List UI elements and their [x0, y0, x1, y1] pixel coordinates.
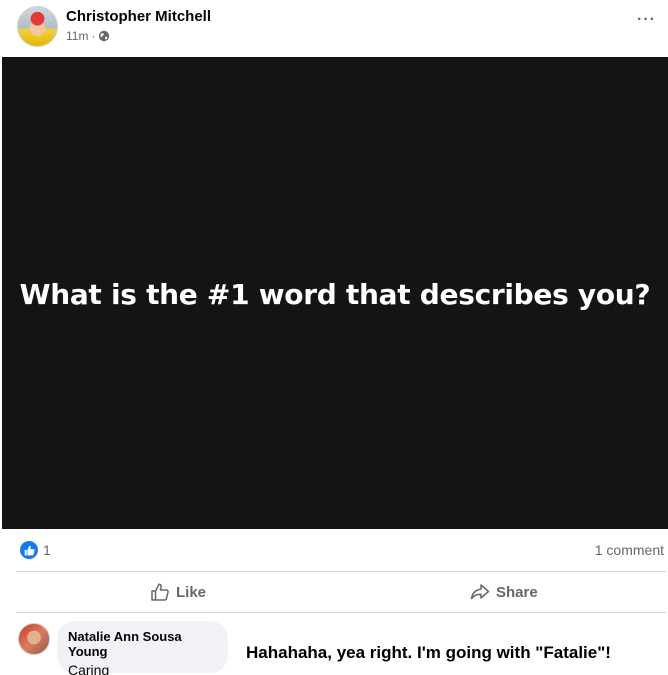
meta-separator: ·: [91, 29, 96, 43]
comment-item: Natalie Ann Sousa Young Caring Hahahaha,…: [0, 613, 668, 675]
author-avatar[interactable]: [17, 6, 58, 47]
share-button[interactable]: Share: [470, 580, 538, 604]
post-meta: 11m ·: [66, 29, 110, 43]
comment-text: Caring: [68, 662, 110, 675]
post-header: Christopher Mitchell 11m · ···: [0, 0, 668, 57]
share-label: Share: [496, 583, 538, 601]
thumbs-up-icon: [151, 583, 169, 601]
post-time[interactable]: 11m: [66, 29, 88, 43]
media-text: What is the #1 word that describes you?: [19, 277, 651, 311]
post-author-name[interactable]: Christopher Mitchell: [66, 8, 211, 25]
post-media[interactable]: What is the #1 word that describes you?: [2, 57, 668, 529]
comment-bubble: Natalie Ann Sousa Young Caring: [57, 621, 228, 675]
like-reaction-icon[interactable]: [20, 541, 38, 559]
like-button[interactable]: Like: [150, 580, 206, 604]
overlay-reply-text: Hahahaha, yea right. I'm going with "Fat…: [246, 643, 611, 662]
globe-icon[interactable]: [98, 30, 110, 42]
commenter-name[interactable]: Natalie Ann Sousa Young: [68, 629, 217, 659]
like-label: Like: [176, 583, 207, 601]
more-icon[interactable]: ···: [637, 12, 656, 28]
comment-count[interactable]: 1 comment: [595, 542, 664, 558]
share-arrow-icon: [470, 584, 490, 600]
post-actions: Like Share: [16, 572, 666, 612]
commenter-avatar[interactable]: [18, 623, 50, 655]
like-count[interactable]: 1: [43, 542, 51, 558]
post-stats: 1 1 comment: [0, 529, 668, 571]
